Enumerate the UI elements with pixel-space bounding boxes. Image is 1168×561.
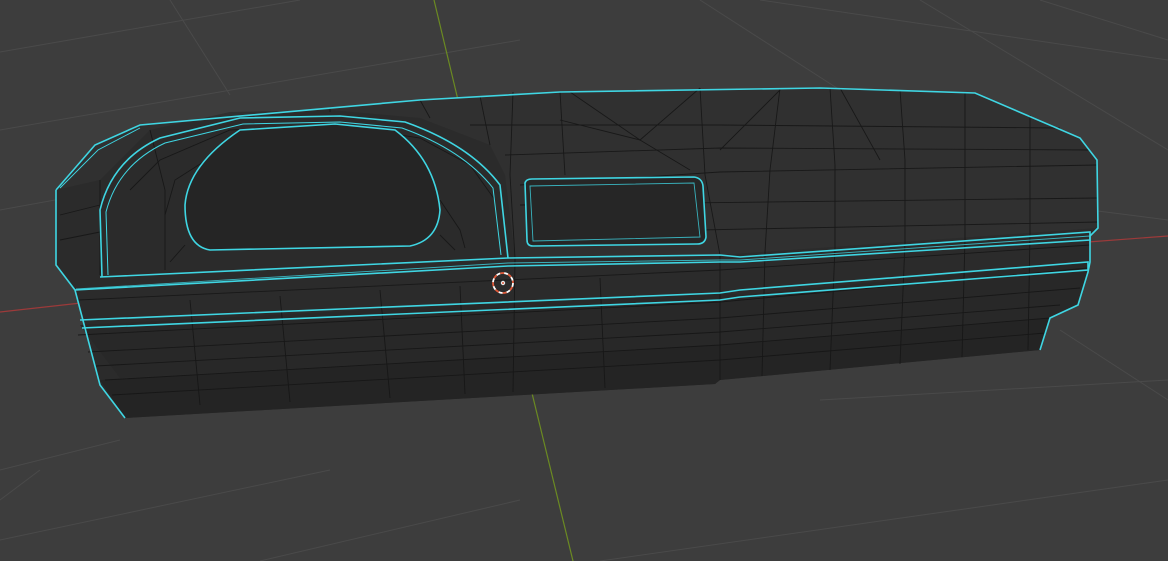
y-axis-line-bottom bbox=[529, 384, 574, 561]
center-display-recess[interactable] bbox=[524, 176, 707, 247]
x-axis-line bbox=[0, 301, 91, 313]
viewport-canvas[interactable] bbox=[0, 0, 1168, 561]
x-axis-line-right bbox=[1087, 235, 1168, 243]
3d-viewport[interactable] bbox=[0, 0, 1168, 561]
y-axis-line-top bbox=[433, 0, 459, 101]
dashboard-mesh[interactable] bbox=[55, 87, 1099, 419]
gauge-cluster-recess[interactable] bbox=[184, 123, 441, 251]
